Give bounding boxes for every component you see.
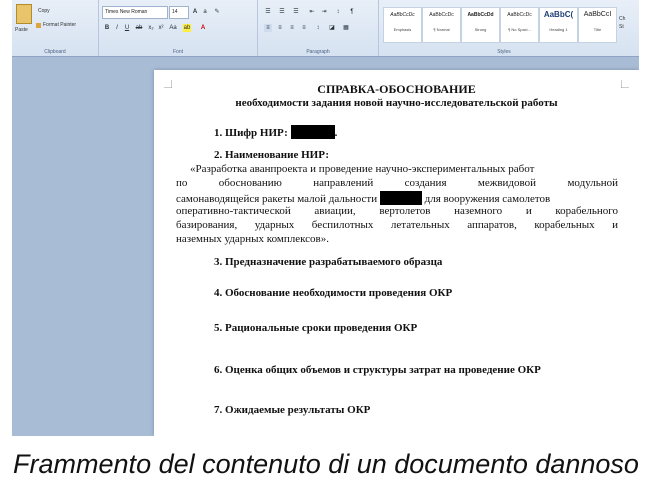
style-name: ¶ No Spaci... [508, 27, 531, 32]
numbering-icon[interactable]: ☰ [278, 8, 286, 16]
clipboard-group: Paste Copy Format Painter Clipboard [12, 0, 99, 56]
style-name: Title [593, 27, 602, 32]
item-1: 1. Шифр НИР: . [214, 125, 337, 139]
copy-button[interactable]: Copy [38, 8, 50, 14]
style-name: Heading 1 [549, 27, 568, 32]
style-name: ¶ Normal [433, 27, 450, 32]
redaction-box [290, 125, 335, 139]
paragraph-group: ☰ ☰ ☰ ⇤ ⇥ ↕ ¶ ≡ ≡ ≡ ≡ ↕ ◪ ▦ Paragraph [258, 0, 379, 56]
paragraph-line-3a: самонаводящейся ракеты малой дальности [176, 193, 378, 205]
subscript-icon[interactable]: x₂ [147, 24, 155, 32]
styles-group: AaBbCcDc Emphasis AaBbCcDc ¶ Normal AaBb… [379, 0, 629, 56]
highlight-icon[interactable]: ab [183, 24, 191, 32]
style-name: Strong [474, 27, 487, 32]
font-name-select[interactable]: Times New Roman [102, 6, 168, 19]
item-1-tail: . [334, 127, 338, 139]
paste-icon[interactable] [16, 4, 32, 24]
paste-button[interactable]: Paste [15, 27, 28, 33]
font-group: Times New Roman 14 A a ✎ B I U ab x₂ x² … [99, 0, 258, 56]
line-spacing-icon[interactable]: ↕ [314, 24, 322, 32]
paragraph-line-3: самонаводящейся ракеты малой дальности д… [176, 191, 618, 205]
sort-icon[interactable]: ↕ [334, 8, 342, 16]
style-title[interactable]: AaBbCcI Title [578, 7, 617, 43]
decrease-indent-icon[interactable]: ⇤ [308, 8, 316, 16]
item-1-label: 1. Шифр НИР: [214, 127, 288, 139]
word-screenshot: Paste Copy Format Painter Clipboard Time… [12, 0, 639, 436]
style-no-spacing[interactable]: AaBbCcDc ¶ No Spaci... [500, 7, 539, 43]
paragraph-line: базирования, ударных беспилотных летател… [176, 219, 618, 231]
document-page[interactable]: СПРАВКА-ОБОСНОВАНИЕ необходимости задани… [154, 70, 639, 436]
document-title: СПРАВКА-ОБОСНОВАНИЕ [317, 82, 476, 96]
shading-icon[interactable]: ◪ [328, 24, 336, 32]
clipboard-group-label: Clipboard [44, 49, 66, 55]
item-7: 7. Ожидаемые результаты ОКР [214, 404, 371, 416]
style-preview: AaBbCcDc [390, 12, 415, 18]
change-styles-label-2[interactable]: St [619, 24, 624, 30]
style-strong[interactable]: AaBbCcDd Strong [461, 7, 500, 43]
image-caption: Frammento del contenuto di un documento … [13, 449, 639, 479]
paragraph-line: оперативно-тактической авиации, вертолет… [176, 205, 618, 217]
style-emphasis[interactable]: AaBbCcDc Emphasis [383, 7, 422, 43]
paragraph-group-label: Paragraph [306, 49, 330, 55]
borders-icon[interactable]: ▦ [342, 24, 350, 32]
style-preview: AaBbCcDc [429, 12, 454, 18]
justify-icon[interactable]: ≡ [300, 24, 308, 32]
underline-icon[interactable]: U [123, 24, 131, 32]
change-styles-label[interactable]: Ch [619, 16, 625, 22]
paragraph-line-3b: для вооружения самолетов [424, 193, 551, 205]
redaction-box [379, 191, 422, 205]
align-right-icon[interactable]: ≡ [288, 24, 296, 32]
paragraph-line: наземных ударных комплексов». [176, 233, 329, 245]
item-2: 2. Наименование НИР: [214, 149, 329, 161]
document-subtitle: необходимости задания новой научно-иссле… [235, 97, 558, 109]
shrink-font-icon[interactable]: a [201, 8, 209, 16]
bold-icon[interactable]: B [103, 24, 111, 32]
font-group-label: Font [172, 49, 183, 55]
paragraph-line: по обоснованию направлений создания межв… [176, 177, 618, 189]
superscript-icon[interactable]: x² [157, 24, 165, 32]
format-painter-button[interactable]: Format Painter [43, 22, 76, 28]
grow-font-icon[interactable]: A [191, 8, 199, 16]
change-case-icon[interactable]: Aa [169, 24, 177, 32]
style-preview: AaBbCcI [583, 11, 612, 18]
font-color-icon[interactable]: A [199, 24, 207, 32]
clear-format-icon[interactable]: ✎ [213, 8, 221, 16]
item-5: 5. Рациональные сроки проведения ОКР [214, 322, 418, 334]
style-preview: AaBbCcDc [507, 12, 532, 18]
ribbon: Paste Copy Format Painter Clipboard Time… [12, 0, 639, 57]
style-preview: AaBbC( [543, 10, 574, 19]
styles-group-label: Styles [497, 49, 511, 55]
multilevel-list-icon[interactable]: ☰ [292, 8, 300, 16]
format-painter-icon [36, 23, 41, 28]
strikethrough-icon[interactable]: ab [135, 24, 143, 32]
item-3: 3. Предназначение разрабатываемого образ… [214, 256, 443, 268]
increase-indent-icon[interactable]: ⇥ [320, 8, 328, 16]
italic-icon[interactable]: I [113, 24, 121, 32]
item-6: 6. Оценка общих объемов и структуры затр… [214, 364, 541, 376]
style-heading-1[interactable]: AaBbC( Heading 1 [539, 7, 578, 43]
style-preview: AaBbCcDd [467, 12, 494, 18]
style-normal[interactable]: AaBbCcDc ¶ Normal [422, 7, 461, 43]
font-size-select[interactable]: 14 [169, 6, 189, 19]
bullets-icon[interactable]: ☰ [264, 8, 272, 16]
show-marks-icon[interactable]: ¶ [348, 8, 356, 16]
align-center-icon[interactable]: ≡ [276, 24, 284, 32]
style-name: Emphasis [393, 27, 412, 32]
item-4: 4. Обоснование необходимости проведения … [214, 287, 453, 299]
align-left-icon[interactable]: ≡ [264, 24, 272, 32]
paragraph-line: «Разработка аванпроекта и проведение нау… [190, 163, 535, 175]
